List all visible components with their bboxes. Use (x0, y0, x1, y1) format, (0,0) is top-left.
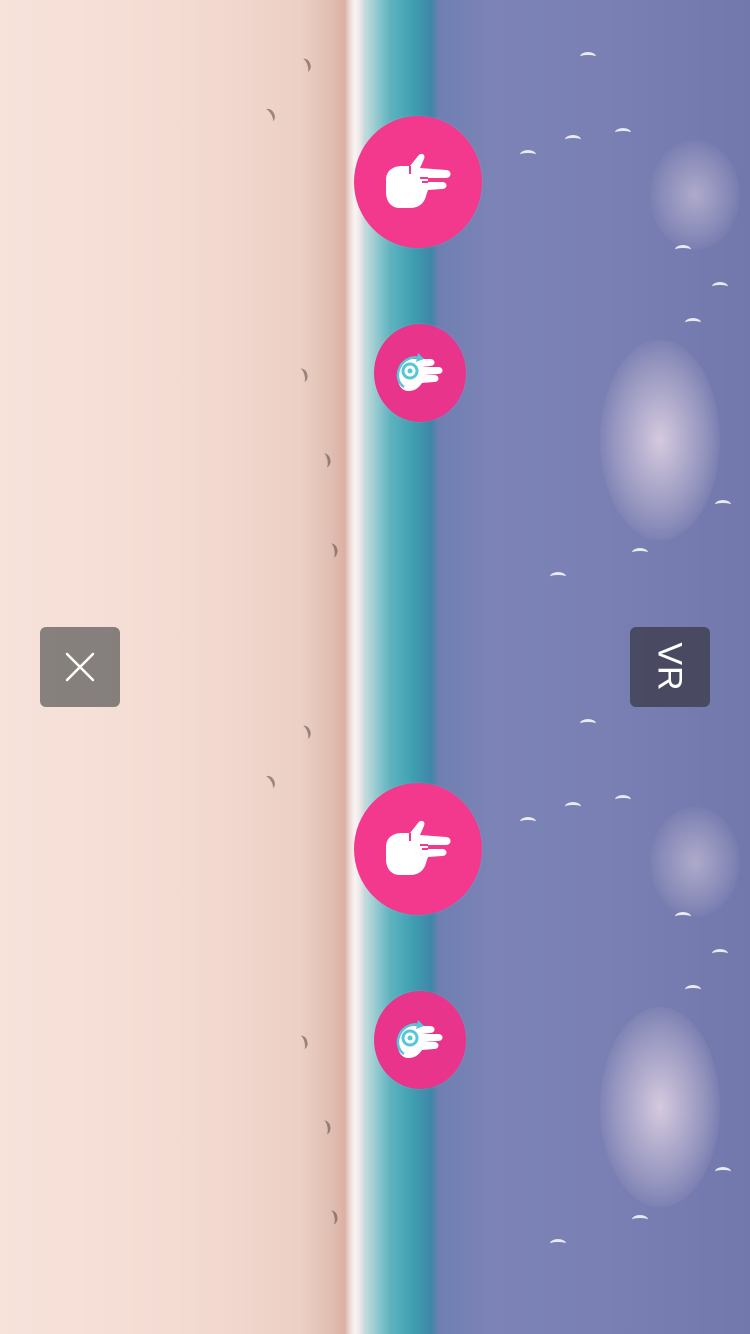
vr-mode-label: VR (650, 642, 689, 692)
seagull (615, 128, 631, 137)
gesture-rotate-button[interactable] (374, 324, 466, 422)
gesture-rotate-button[interactable] (374, 991, 466, 1089)
seagull (675, 912, 691, 921)
shoreline-foam (345, 667, 365, 1334)
panorama-scene (0, 667, 750, 1334)
close-icon (65, 652, 95, 682)
seagull (675, 245, 691, 254)
vr-screen: VR (0, 0, 750, 1334)
hand-rotate-icon (396, 353, 443, 391)
seagull (565, 135, 581, 144)
seagull (685, 318, 701, 327)
gesture-point-button[interactable] (354, 783, 482, 915)
vr-mode-button[interactable]: VR (630, 627, 710, 707)
seagull (715, 500, 731, 509)
seagull (632, 1215, 648, 1224)
close-button[interactable] (40, 627, 120, 707)
seagull (565, 802, 581, 811)
hand-pointing-icon (386, 820, 451, 875)
cloud (600, 1007, 720, 1207)
seagull (520, 150, 536, 159)
panorama-scene (0, 0, 750, 667)
cloud (650, 807, 740, 917)
hand-pointing-icon (386, 153, 451, 208)
seagull (715, 1167, 731, 1176)
seagull (615, 795, 631, 804)
seagull (712, 282, 728, 291)
seagull (580, 52, 596, 61)
seagull (550, 1239, 566, 1248)
eye-view-bottom[interactable] (0, 667, 750, 1334)
cloud (600, 340, 720, 540)
seagull (685, 985, 701, 994)
shoreline-foam (345, 0, 365, 667)
hand-rotate-icon (396, 1020, 443, 1058)
cloud (650, 140, 740, 250)
seagull (632, 548, 648, 557)
seagull (550, 572, 566, 581)
eye-view-top[interactable] (0, 0, 750, 667)
seagull (580, 719, 596, 728)
gesture-point-button[interactable] (354, 116, 482, 248)
seagull (712, 949, 728, 958)
seagull (520, 817, 536, 826)
